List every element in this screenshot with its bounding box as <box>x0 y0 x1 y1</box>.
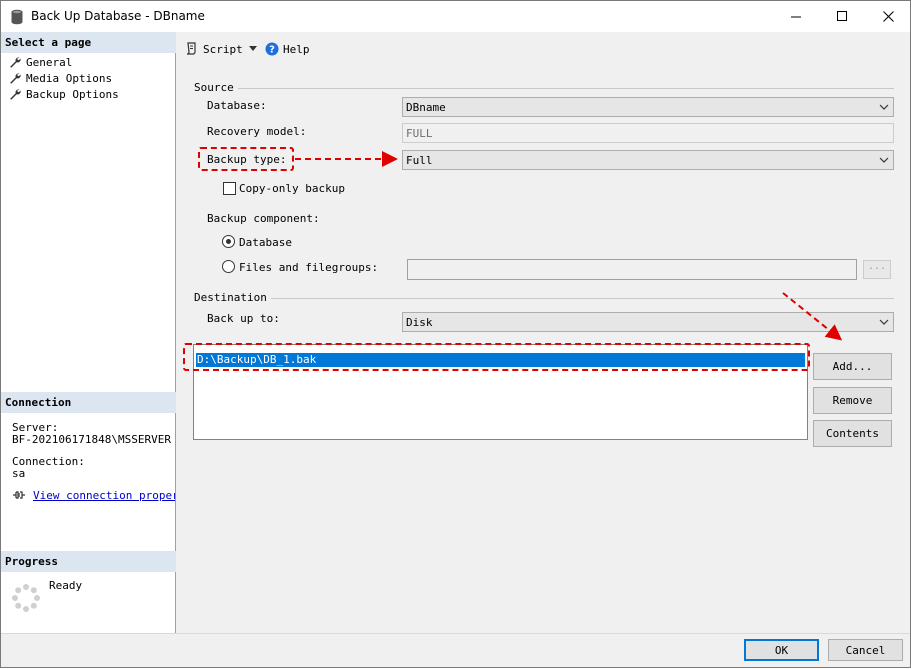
wrench-icon <box>10 89 21 100</box>
ok-button[interactable]: OK <box>744 639 819 661</box>
close-icon <box>882 11 894 22</box>
backup-type-select-value: Full <box>406 154 433 167</box>
back-up-to-label: Back up to: <box>207 312 280 325</box>
wrench-icon <box>10 57 21 68</box>
back-up-to-select[interactable]: Disk <box>402 312 894 332</box>
back-up-to-select-value: Disk <box>406 316 433 329</box>
remove-button[interactable]: Remove <box>813 387 892 414</box>
progress-spinner-icon <box>12 584 40 612</box>
script-icon <box>186 42 196 55</box>
left-pane: Select a page General Media Options Back… <box>1 32 176 633</box>
destination-group-line <box>263 298 894 299</box>
page-item-backup-options[interactable]: Backup Options <box>9 86 119 102</box>
database-component-radio[interactable] <box>222 235 235 248</box>
title-bar: Back Up Database - DBname <box>1 1 910 32</box>
close-button[interactable] <box>865 1 911 32</box>
files-filegroups-input <box>407 259 857 280</box>
cancel-button[interactable]: Cancel <box>828 639 903 661</box>
select-page-header: Select a page <box>1 32 176 53</box>
chevron-down-icon <box>879 157 889 163</box>
maximize-icon <box>836 11 847 21</box>
connection-header: Connection <box>1 392 176 413</box>
database-select-value: DBname <box>406 101 446 114</box>
chevron-down-icon <box>879 319 889 325</box>
minimize-button[interactable] <box>773 1 819 32</box>
wrench-icon <box>10 73 21 84</box>
destination-group-label: Destination <box>194 291 271 304</box>
browse-filegroups-button: ... <box>863 260 891 279</box>
files-filegroups-radio[interactable] <box>222 260 235 273</box>
add-button[interactable]: Add... <box>813 353 892 380</box>
help-label: Help <box>283 42 310 56</box>
copy-only-checkbox[interactable] <box>223 182 236 195</box>
page-item-label: Media Options <box>26 71 113 85</box>
minimize-icon <box>790 16 801 18</box>
backup-type-select[interactable]: Full <box>402 150 894 170</box>
destination-file-highlight <box>183 343 810 371</box>
svg-text:?: ? <box>269 45 275 56</box>
chevron-down-icon <box>879 104 889 110</box>
source-group-line <box>234 88 894 89</box>
backup-component-label: Backup component: <box>207 212 320 225</box>
recovery-model-label: Recovery model: <box>207 125 307 138</box>
script-label: Script <box>203 42 243 56</box>
page-item-label: Backup Options <box>26 87 119 101</box>
copy-only-label: Copy-only backup <box>239 182 345 195</box>
help-button[interactable]: ? Help <box>265 40 310 58</box>
recovery-model-field: FULL <box>402 123 894 143</box>
database-component-label: Database <box>239 236 292 249</box>
view-connection-properties-link[interactable]: View connection properti <box>33 489 175 502</box>
contents-button[interactable]: Contents <box>813 420 892 447</box>
connection-value: sa <box>12 467 26 480</box>
source-group-label: Source <box>194 81 238 94</box>
recovery-model-value: FULL <box>406 127 433 140</box>
progress-status: Ready <box>49 579 83 592</box>
script-button[interactable]: Script <box>185 40 243 58</box>
page-item-media-options[interactable]: Media Options <box>9 70 112 86</box>
database-select[interactable]: DBname <box>402 97 894 117</box>
page-item-label: General <box>26 55 73 69</box>
maximize-button[interactable] <box>819 1 865 32</box>
page-item-general[interactable]: General <box>9 54 72 70</box>
help-icon: ? <box>265 42 279 56</box>
backup-type-highlight <box>198 147 294 171</box>
window-title: Back Up Database - DBname <box>31 9 205 23</box>
database-icon <box>11 9 23 25</box>
server-value: BF-202106171848\MSSERVER <box>12 433 171 446</box>
files-filegroups-label: Files and filegroups: <box>239 261 379 274</box>
progress-header: Progress <box>1 551 176 572</box>
script-dropdown-icon[interactable] <box>249 46 258 52</box>
backup-database-dialog: Back Up Database - DBname Select a page … <box>0 0 911 668</box>
database-label: Database: <box>207 99 267 112</box>
plug-icon <box>13 491 25 499</box>
